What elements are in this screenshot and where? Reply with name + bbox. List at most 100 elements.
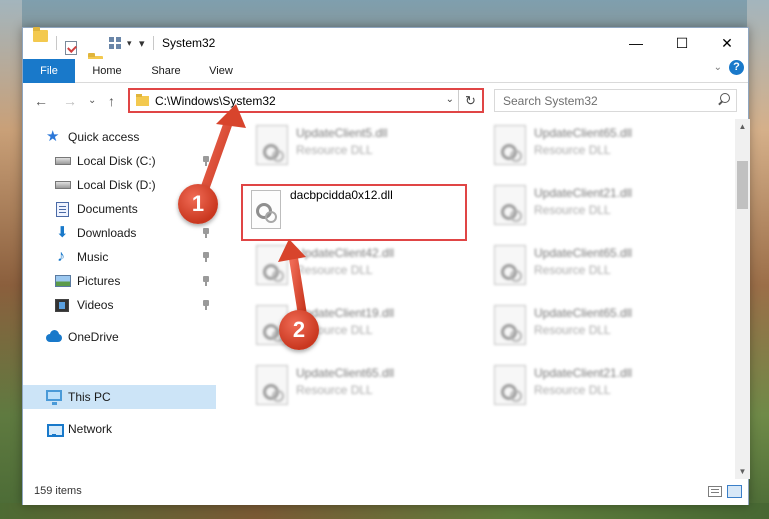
music-icon	[55, 245, 71, 269]
nav-item-label: Local Disk (C:)	[77, 154, 156, 168]
scrollbar-thumb[interactable]	[737, 161, 748, 209]
download-icon	[55, 221, 71, 245]
network-icon	[46, 422, 64, 437]
nav-item-videos[interactable]: Videos	[23, 293, 216, 317]
dll-file-icon	[256, 245, 288, 285]
cloud-icon	[46, 330, 62, 344]
nav-item-quick-access[interactable]: Quick access	[23, 125, 216, 149]
file-item[interactable]: UpdateClient65.dll Resource DLL	[482, 299, 712, 349]
file-item[interactable]: UpdateClient21.dll Resource DLL	[482, 179, 712, 229]
title-separator	[153, 36, 154, 50]
file-item[interactable]: UpdateClient65.dll Resource DLL	[482, 239, 712, 289]
nav-item-label: Videos	[77, 298, 114, 312]
back-button[interactable]: ←	[34, 93, 48, 109]
file-name: UpdateClient21.dll	[534, 186, 633, 200]
highlighted-dll-file[interactable]: dacbpcidda0x12.dll	[241, 184, 467, 241]
file-type: Resource DLL	[534, 143, 611, 157]
address-path[interactable]: C:\Windows\System32	[155, 94, 276, 108]
callout-1: 1	[178, 184, 218, 224]
file-name: UpdateClient21.dll	[534, 366, 633, 380]
large-icons-view-icon[interactable]	[727, 485, 742, 498]
pin-icon	[202, 156, 210, 166]
nav-item-label: Local Disk (D:)	[77, 178, 156, 192]
nav-item-local-disk-c[interactable]: Local Disk (C:)	[23, 149, 216, 173]
nav-item-label: Pictures	[77, 274, 121, 288]
address-dropdown-icon[interactable]: ⌄	[446, 94, 454, 105]
videos-icon	[55, 299, 69, 312]
callout-2: 2	[279, 310, 319, 350]
file-name: UpdateClient65.dll	[534, 126, 633, 140]
properties-icon[interactable]	[65, 41, 77, 55]
computer-icon	[46, 390, 62, 405]
dll-file-icon	[494, 125, 526, 165]
up-button[interactable]: ↑	[108, 93, 115, 109]
scroll-up-icon[interactable]: ▲	[735, 119, 750, 134]
file-type: Resource DLL	[534, 383, 611, 397]
nav-item-this-pc[interactable]: This PC	[23, 385, 216, 409]
details-view-icon[interactable]	[708, 486, 722, 497]
drive-icon	[55, 181, 71, 189]
item-count: 159 items	[34, 485, 82, 497]
quick-access-dropdown-icon[interactable]: ▾	[139, 37, 145, 53]
tab-share[interactable]: Share	[143, 59, 189, 83]
pin-icon	[202, 276, 210, 286]
navigation-bar: ← → ⌄ ↑ C:\Windows\System32 ⌄ ↻	[23, 83, 748, 119]
dll-file-icon	[494, 365, 526, 405]
drive-icon	[55, 157, 71, 165]
nav-item-onedrive[interactable]: OneDrive	[23, 325, 216, 349]
close-button[interactable]: ✕	[704, 28, 750, 58]
nav-item-music[interactable]: Music	[23, 245, 216, 269]
file-type: Resource DLL	[296, 383, 373, 397]
nav-item-network[interactable]: Network	[23, 417, 216, 441]
refresh-button[interactable]: ↻	[458, 90, 482, 111]
nav-item-downloads[interactable]: Downloads	[23, 221, 216, 245]
pin-icon	[202, 300, 210, 310]
file-name: UpdateClient5.dll	[296, 126, 388, 140]
customize-toolbar-icon[interactable]	[109, 37, 125, 49]
file-type: Resource DLL	[296, 263, 373, 277]
folder-icon	[136, 94, 149, 106]
file-item[interactable]: UpdateClient42.dll Resource DLL	[244, 239, 474, 289]
search-box[interactable]	[494, 89, 737, 112]
file-item[interactable]: UpdateClient19.dll Resource DLL	[244, 299, 474, 349]
folder-icon	[33, 27, 48, 42]
tab-home[interactable]: Home	[85, 59, 129, 83]
file-list: UpdateClient5.dll Resource DLL UpdateCli…	[216, 119, 735, 479]
file-type: Resource DLL	[534, 263, 611, 277]
nav-item-label: Music	[77, 250, 109, 264]
dll-file-icon	[251, 190, 281, 229]
file-type: Resource DLL	[534, 203, 611, 217]
nav-item-pictures[interactable]: Pictures	[23, 269, 216, 293]
nav-item-label: OneDrive	[68, 330, 119, 344]
star-icon	[46, 125, 62, 149]
file-item[interactable]: UpdateClient5.dll Resource DLL	[244, 119, 474, 169]
minimize-button[interactable]: —	[613, 28, 659, 58]
tab-view[interactable]: View	[201, 59, 241, 83]
tab-file[interactable]: File	[23, 59, 75, 83]
title-bar: ▾ ▾ System32 — ☐ ✕	[23, 27, 750, 68]
pin-icon	[202, 252, 210, 262]
help-icon[interactable]: ?	[729, 60, 744, 75]
documents-icon	[56, 202, 69, 217]
address-bar[interactable]: C:\Windows\System32 ⌄ ↻	[128, 88, 484, 113]
window-title: System32	[162, 36, 216, 50]
file-item[interactable]: UpdateClient21.dll Resource DLL	[482, 359, 712, 409]
file-item[interactable]: UpdateClient65.dll Resource DLL	[244, 359, 474, 409]
vertical-scrollbar[interactable]: ▲ ▼	[735, 119, 750, 479]
pin-icon	[202, 228, 210, 238]
chevron-down-icon[interactable]: ▾	[127, 38, 132, 54]
expand-ribbon-icon[interactable]: ⌄	[714, 62, 722, 73]
maximize-button[interactable]: ☐	[659, 28, 705, 58]
forward-button[interactable]: →	[63, 93, 77, 109]
dll-file-icon	[256, 365, 288, 405]
ribbon-tabs: File Home Share View ⌄ ?	[23, 59, 748, 83]
quick-access-separator	[56, 36, 57, 50]
nav-item-label: Downloads	[77, 226, 137, 240]
search-icon[interactable]	[717, 93, 730, 107]
scroll-down-icon[interactable]: ▼	[735, 464, 750, 479]
file-item[interactable]: UpdateClient65.dll Resource DLL	[482, 119, 712, 169]
file-type: Resource DLL	[534, 323, 611, 337]
search-input[interactable]	[495, 90, 705, 111]
recent-locations-button[interactable]: ⌄	[88, 95, 96, 106]
nav-item-label: Documents	[77, 202, 138, 216]
